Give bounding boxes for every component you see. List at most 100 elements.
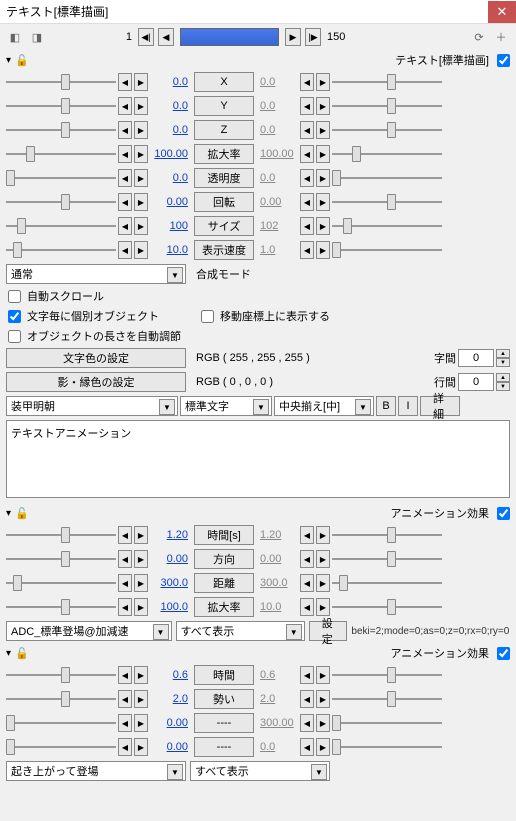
value-left[interactable]: 1.20 (150, 529, 192, 541)
spin-inc-r[interactable]: ▶ (316, 193, 330, 211)
slider-left[interactable] (6, 526, 116, 544)
spin-inc-r[interactable]: ▶ (316, 73, 330, 91)
spin-inc-l[interactable]: ▶ (134, 169, 148, 187)
spin-inc-r[interactable]: ▶ (316, 666, 330, 684)
text-input[interactable]: テキストアニメーション (6, 420, 510, 498)
spin-inc-l[interactable]: ▶ (134, 690, 148, 708)
spin-inc-l[interactable]: ▶ (134, 598, 148, 616)
spin-inc-r[interactable]: ▶ (316, 217, 330, 235)
close-button[interactable]: ✕ (488, 1, 516, 23)
spin-inc-l[interactable]: ▶ (134, 714, 148, 732)
preset-dropdown[interactable]: 起き上がって登場 (6, 761, 186, 781)
spin-inc-r[interactable]: ▶ (316, 550, 330, 568)
bold-button[interactable]: B (376, 396, 396, 416)
spin-up[interactable]: ▲ (496, 349, 510, 358)
slider-right[interactable] (332, 97, 442, 115)
spin-dec-l[interactable]: ◀ (118, 574, 132, 592)
slider-left[interactable] (6, 169, 116, 187)
slider-left[interactable] (6, 145, 116, 163)
value-right[interactable]: 0.0 (256, 100, 298, 112)
align-dropdown[interactable]: 中央揃え[中] (274, 396, 374, 416)
color-button[interactable]: 影・縁色の設定 (6, 372, 186, 392)
property-button[interactable]: 透明度 (194, 168, 254, 188)
slider-right[interactable] (332, 714, 442, 732)
spin-dec-r[interactable]: ◀ (300, 526, 314, 544)
spin-dec-l[interactable]: ◀ (118, 598, 132, 616)
option-checkbox[interactable] (8, 330, 21, 343)
spin-dec-r[interactable]: ◀ (300, 241, 314, 259)
spin-inc-l[interactable]: ▶ (134, 738, 148, 756)
lock-icon[interactable]: 🔓 (15, 54, 29, 67)
slider-right[interactable] (332, 217, 442, 235)
spin-down[interactable]: ▼ (496, 358, 510, 367)
slider-left[interactable] (6, 598, 116, 616)
value-right[interactable]: 0.00 (256, 196, 298, 208)
value-left[interactable]: 100 (150, 220, 192, 232)
slider-left[interactable] (6, 574, 116, 592)
slider-left[interactable] (6, 690, 116, 708)
value-left[interactable]: 100.00 (150, 148, 192, 160)
spin-inc-r[interactable]: ▶ (316, 526, 330, 544)
slider-right[interactable] (332, 73, 442, 91)
slider-right[interactable] (332, 598, 442, 616)
preset-dropdown[interactable]: ADC_標準登場@加減速 (6, 621, 172, 641)
property-button[interactable]: 方向 (194, 549, 254, 569)
slider-right[interactable] (332, 526, 442, 544)
spin-dec-l[interactable]: ◀ (118, 145, 132, 163)
spin-inc-r[interactable]: ▶ (316, 574, 330, 592)
property-button[interactable]: サイズ (194, 216, 254, 236)
slider-left[interactable] (6, 193, 116, 211)
spin-dec-r[interactable]: ◀ (300, 666, 314, 684)
slider-right[interactable] (332, 738, 442, 756)
property-button[interactable]: 勢い (194, 689, 254, 709)
font-dropdown[interactable]: 装甲明朝 (6, 396, 178, 416)
spin-inc-l[interactable]: ▶ (134, 574, 148, 592)
spin-dec-r[interactable]: ◀ (300, 217, 314, 235)
spin-dec-l[interactable]: ◀ (118, 666, 132, 684)
spin-dec-l[interactable]: ◀ (118, 550, 132, 568)
spin-inc-l[interactable]: ▶ (134, 97, 148, 115)
property-button[interactable]: 表示速度 (194, 240, 254, 260)
spin-dec-r[interactable]: ◀ (300, 714, 314, 732)
spin-inc-l[interactable]: ▶ (134, 241, 148, 259)
next-frame-button[interactable]: ▶ (285, 28, 301, 46)
option-checkbox[interactable] (8, 290, 21, 303)
spin-inc-l[interactable]: ▶ (134, 550, 148, 568)
value-right[interactable]: 0.0 (256, 76, 298, 88)
slider-right[interactable] (332, 169, 442, 187)
spin-dec-r[interactable]: ◀ (300, 121, 314, 139)
collapse-icon[interactable]: ▾ (6, 648, 11, 659)
property-button[interactable]: ---- (194, 713, 254, 733)
spin-dec-r[interactable]: ◀ (300, 73, 314, 91)
value-right[interactable]: 10.0 (256, 601, 298, 613)
slider-left[interactable] (6, 738, 116, 756)
slider-left[interactable] (6, 241, 116, 259)
value-left[interactable]: 0.00 (150, 717, 192, 729)
spin-dec-l[interactable]: ◀ (118, 526, 132, 544)
value-left[interactable]: 300.0 (150, 577, 192, 589)
section-enable-checkbox[interactable] (497, 647, 510, 660)
value-left[interactable]: 0.00 (150, 196, 192, 208)
spin-inc-r[interactable]: ▶ (316, 714, 330, 732)
font-style-dropdown[interactable]: 標準文字 (180, 396, 272, 416)
spin-dec-l[interactable]: ◀ (118, 690, 132, 708)
property-button[interactable]: 回転 (194, 192, 254, 212)
spin-dec-r[interactable]: ◀ (300, 690, 314, 708)
slider-right[interactable] (332, 145, 442, 163)
spin-up[interactable]: ▲ (496, 373, 510, 382)
value-right[interactable]: 0.0 (256, 172, 298, 184)
slider-left[interactable] (6, 217, 116, 235)
property-button[interactable]: 時間[s] (194, 525, 254, 545)
property-button[interactable]: Y (194, 96, 254, 116)
value-right[interactable]: 0.6 (256, 669, 298, 681)
spin-dec-r[interactable]: ◀ (300, 169, 314, 187)
spin-inc-l[interactable]: ▶ (134, 217, 148, 235)
value-right[interactable]: 100.00 (256, 148, 298, 160)
slider-left[interactable] (6, 666, 116, 684)
spin-dec-r[interactable]: ◀ (300, 550, 314, 568)
value-left[interactable]: 0.0 (150, 76, 192, 88)
spin-dec-r[interactable]: ◀ (300, 738, 314, 756)
slider-right[interactable] (332, 690, 442, 708)
spin-dec-l[interactable]: ◀ (118, 217, 132, 235)
value-right[interactable]: 2.0 (256, 693, 298, 705)
